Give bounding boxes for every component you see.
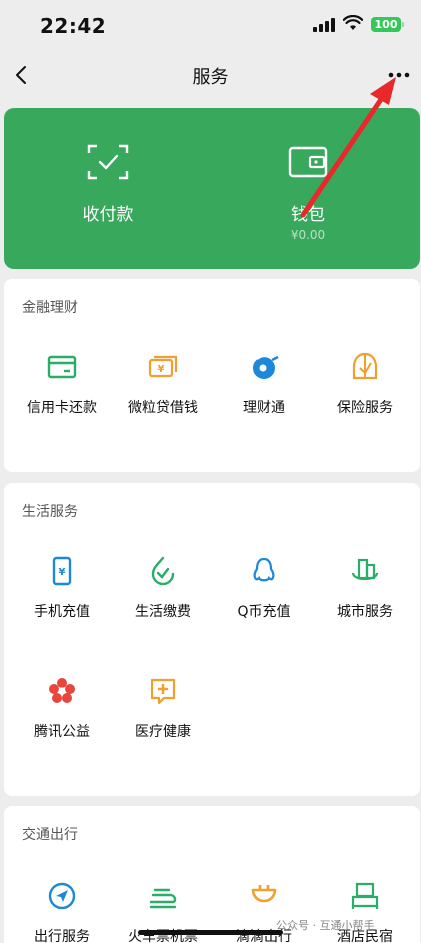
grid-label: 理财通 [243,400,285,416]
travel-icon [48,882,76,910]
watermark-text: 公众号 · 互通小帮手 [276,919,375,932]
nav-bar: 服务 [0,50,421,100]
grid-label: 出行服务 [34,929,90,943]
charity-item[interactable]: 腾讯公益 [10,675,114,755]
credit-card-repay-item[interactable]: 信用卡还款 [10,351,114,431]
wifi-icon [343,15,363,30]
phone-topup-icon: ¥ [52,556,72,586]
finance-section: 金融理财 信用卡还款 ¥ 微粒贷借钱 理财通 保险服务 [4,279,420,472]
wallet-balance: ¥0.00 [290,228,326,242]
medical-icon [150,678,176,705]
life-services-section: 生活服务 ¥ 手机充值 生活缴费 Q币充值 城市服务 腾讯公益 医疗健康 [4,483,420,796]
grid-label: 信用卡还款 [27,400,97,416]
grid-label: 手机充值 [34,604,90,620]
wallet-label: 钱包 [291,205,325,225]
wallet-button[interactable]: 钱包 ¥0.00 [204,108,412,269]
finance-section-title: 金融理财 [22,300,78,316]
loan-icon: ¥ [148,355,178,378]
loan-item[interactable]: ¥ 微粒贷借钱 [111,351,215,431]
pay-wallet-panel: 收付款 钱包 ¥0.00 [4,108,420,269]
charity-icon [49,678,75,703]
bill-pay-icon [151,556,175,586]
qq-coin-item[interactable]: Q币充值 [212,555,316,635]
grid-label: 微粒贷借钱 [128,400,198,416]
didi-icon [251,885,277,903]
insurance-item[interactable]: 保险服务 [313,351,417,431]
grid-label: Q币充值 [237,604,291,620]
receive-pay-label: 收付款 [82,205,134,225]
credit-card-icon [47,355,77,379]
insurance-icon [352,352,378,380]
battery-icon: 100 [371,17,404,32]
grid-label: 城市服务 [337,604,393,620]
wallet-icon [288,146,328,178]
status-bar: 22:42 100 [0,0,421,50]
city-service-icon [351,558,379,581]
phone-topup-item[interactable]: ¥ 手机充值 [10,555,114,635]
travel-service-item[interactable]: 出行服务 [10,880,114,943]
watermark: 公众号 · 互通小帮手 [276,917,375,933]
status-time: 22:42 [40,14,107,38]
bill-pay-item[interactable]: 生活缴费 [111,555,215,635]
life-section-title: 生活服务 [22,504,78,520]
grid-label: 医疗健康 [135,724,191,740]
hotel-item[interactable]: 酒店民宿 [313,880,417,943]
hotel-icon [351,882,379,909]
signal-icon [313,18,335,32]
home-indicator[interactable] [138,930,283,935]
more-options-button[interactable] [384,60,414,90]
wealth-icon [253,354,279,379]
svg-text:¥: ¥ [59,567,66,578]
svg-text:¥: ¥ [158,364,165,375]
transport-section-title: 交通出行 [22,827,78,843]
grid-label: 腾讯公益 [34,724,90,740]
receive-pay-button[interactable]: 收付款 [4,108,212,269]
scan-check-icon [87,144,129,180]
wealth-item[interactable]: 理财通 [212,351,316,431]
medical-item[interactable]: 医疗健康 [111,675,215,755]
city-service-item[interactable]: 城市服务 [313,555,417,635]
grid-label: 保险服务 [337,400,393,416]
qq-coin-icon [253,557,275,582]
train-ticket-icon [149,888,177,909]
page-title: 服务 [192,67,229,88]
grid-label: 生活缴费 [135,604,191,620]
